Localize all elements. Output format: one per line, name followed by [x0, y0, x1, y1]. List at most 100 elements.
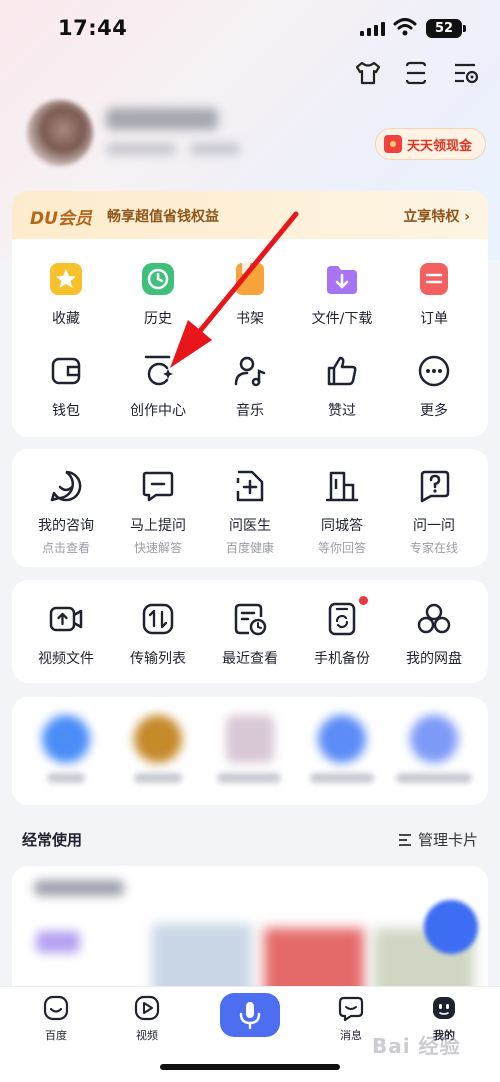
grid-label: 赞过	[328, 403, 356, 419]
voice-search-button[interactable]	[220, 993, 280, 1037]
consult-label: 马上提问	[130, 518, 186, 534]
grid-label: 创作中心	[130, 403, 186, 419]
transfer-icon	[142, 603, 174, 635]
consult-item-my-consult[interactable]: 我的咨询 点击查看	[20, 469, 112, 556]
status-time: 17:44	[58, 16, 128, 40]
grid-item-creation-center[interactable]: 创作中心	[112, 354, 204, 420]
doctor-icon	[236, 470, 264, 502]
avatar[interactable]	[27, 100, 93, 166]
tool-item-transfer-list[interactable]: 传输列表	[112, 602, 204, 668]
scan-list-icon[interactable]	[401, 58, 431, 88]
grid-label: 订单	[420, 311, 448, 327]
blurred-service-icon-1[interactable]	[42, 715, 90, 763]
manage-cards-button[interactable]: 管理卡片	[398, 829, 478, 850]
status-bar: 17:44 52	[0, 0, 500, 56]
blurred-service-icon-4[interactable]	[318, 715, 366, 763]
daily-cash-button[interactable]: 天天领现金	[375, 128, 486, 160]
grid-item-music[interactable]: 音乐	[204, 354, 296, 420]
tshirt-icon[interactable]	[353, 58, 383, 88]
baidu-home-icon	[43, 995, 69, 1021]
ask-icon	[142, 471, 174, 502]
blurred-service-label-3	[217, 773, 281, 783]
consult-item-local-answers[interactable]: 同城答 等你回答	[296, 469, 388, 556]
building-icon	[325, 471, 359, 502]
consult-sub: 等你回答	[317, 541, 366, 555]
wifi-icon	[393, 18, 417, 36]
microphone-icon	[239, 1002, 261, 1030]
manage-cards-label: 管理卡片	[417, 831, 478, 849]
video-play-icon	[134, 995, 160, 1021]
download-folder-icon	[327, 266, 357, 294]
consult-label: 我的咨询	[38, 518, 94, 534]
settings-list-icon[interactable]	[451, 58, 481, 88]
star-icon	[50, 263, 82, 295]
vip-privilege-link[interactable]: 立享特权 ›	[403, 206, 470, 226]
grid-label: 收藏	[52, 311, 80, 327]
consult-sub: 百度健康	[225, 541, 274, 555]
grid-item-history[interactable]: 历史	[112, 262, 204, 328]
recent-icon	[234, 603, 267, 636]
order-icon	[420, 263, 448, 295]
consult-label: 同城答	[321, 518, 363, 534]
top-toolbar	[0, 58, 500, 90]
tool-item-video-files[interactable]: 视频文件	[20, 602, 112, 668]
blurred-service-icon-3[interactable]	[226, 715, 274, 763]
consult-item-ask-doctor[interactable]: 问医生 百度健康	[204, 469, 296, 556]
grid-item-wallet[interactable]: 钱包	[20, 354, 112, 420]
tool-item-recently-viewed[interactable]: 最近查看	[204, 602, 296, 668]
vip-banner[interactable]: DU会员 畅享超值省钱权益 立享特权 ›	[12, 191, 488, 239]
grid-item-bookshelf[interactable]: 书架	[204, 262, 296, 328]
watermark: Bai 经验	[372, 1034, 461, 1058]
tool-label: 传输列表	[130, 651, 186, 667]
grid-item-more[interactable]: 更多	[388, 354, 480, 420]
tool-item-phone-backup[interactable]: 手机备份	[296, 596, 388, 668]
tab-baidu[interactable]: 百度	[21, 995, 91, 1043]
tool-label: 视频文件	[38, 651, 94, 667]
tool-label: 最近查看	[222, 651, 278, 667]
grid-item-downloads[interactable]: 文件/下载	[296, 262, 388, 328]
signal-icon	[360, 22, 385, 36]
consult-label: 问医生	[229, 518, 271, 534]
blurred-service-label-4	[310, 773, 374, 783]
blurred-service-icon-5[interactable]	[410, 715, 458, 763]
bookshelf-icon	[236, 263, 264, 295]
grid-item-favorites[interactable]: 收藏	[20, 262, 112, 328]
video-file-icon	[49, 606, 83, 632]
red-envelope-icon	[384, 135, 402, 153]
grid-item-liked[interactable]: 赞过	[296, 354, 388, 420]
tab-video[interactable]: 视频	[112, 995, 182, 1043]
phone-backup-icon	[328, 602, 356, 636]
menu-lines-icon	[398, 833, 411, 846]
thumbs-up-icon	[327, 356, 357, 386]
creation-icon	[144, 355, 173, 386]
clock-icon	[142, 263, 174, 295]
tool-item-my-netdisk[interactable]: 我的网盘	[388, 602, 480, 668]
wallet-icon	[51, 357, 81, 385]
vip-card: DU会员 畅享超值省钱权益 立享特权 › 收藏 历史 书架 文件/下载 订单 钱…	[12, 191, 488, 437]
grid-label: 文件/下载	[311, 311, 373, 327]
blurred-card-title	[34, 880, 124, 896]
question-icon	[420, 470, 450, 503]
grid-label: 钱包	[52, 403, 80, 419]
battery-icon: 52	[426, 19, 466, 38]
vip-logo: DU会员	[30, 209, 92, 229]
consult-sub: 快速解答	[133, 541, 182, 555]
consult-sub: 专家在线	[409, 541, 458, 555]
grid-label: 书架	[236, 311, 264, 327]
grid-item-orders[interactable]: 订单	[388, 262, 480, 328]
floating-action-button[interactable]	[424, 900, 478, 954]
blurred-service-icon-2[interactable]	[134, 715, 182, 763]
username-blurred	[106, 108, 218, 130]
daily-cash-label: 天天领现金	[407, 138, 473, 154]
grid-label: 音乐	[236, 403, 264, 419]
blurred-service-label-2	[134, 773, 182, 783]
me-icon	[433, 997, 455, 1019]
vip-slogan: 畅享超值省钱权益	[107, 209, 219, 225]
consult-item-ask-now[interactable]: 马上提问 快速解答	[112, 469, 204, 556]
blurred-tag	[36, 931, 80, 953]
tab-label: 视频	[136, 1029, 158, 1042]
chat-smile-icon	[50, 470, 82, 502]
blurred-service-label-1	[47, 773, 85, 783]
more-icon	[418, 355, 450, 387]
consult-item-ask-expert[interactable]: 问一问 专家在线	[388, 469, 480, 556]
